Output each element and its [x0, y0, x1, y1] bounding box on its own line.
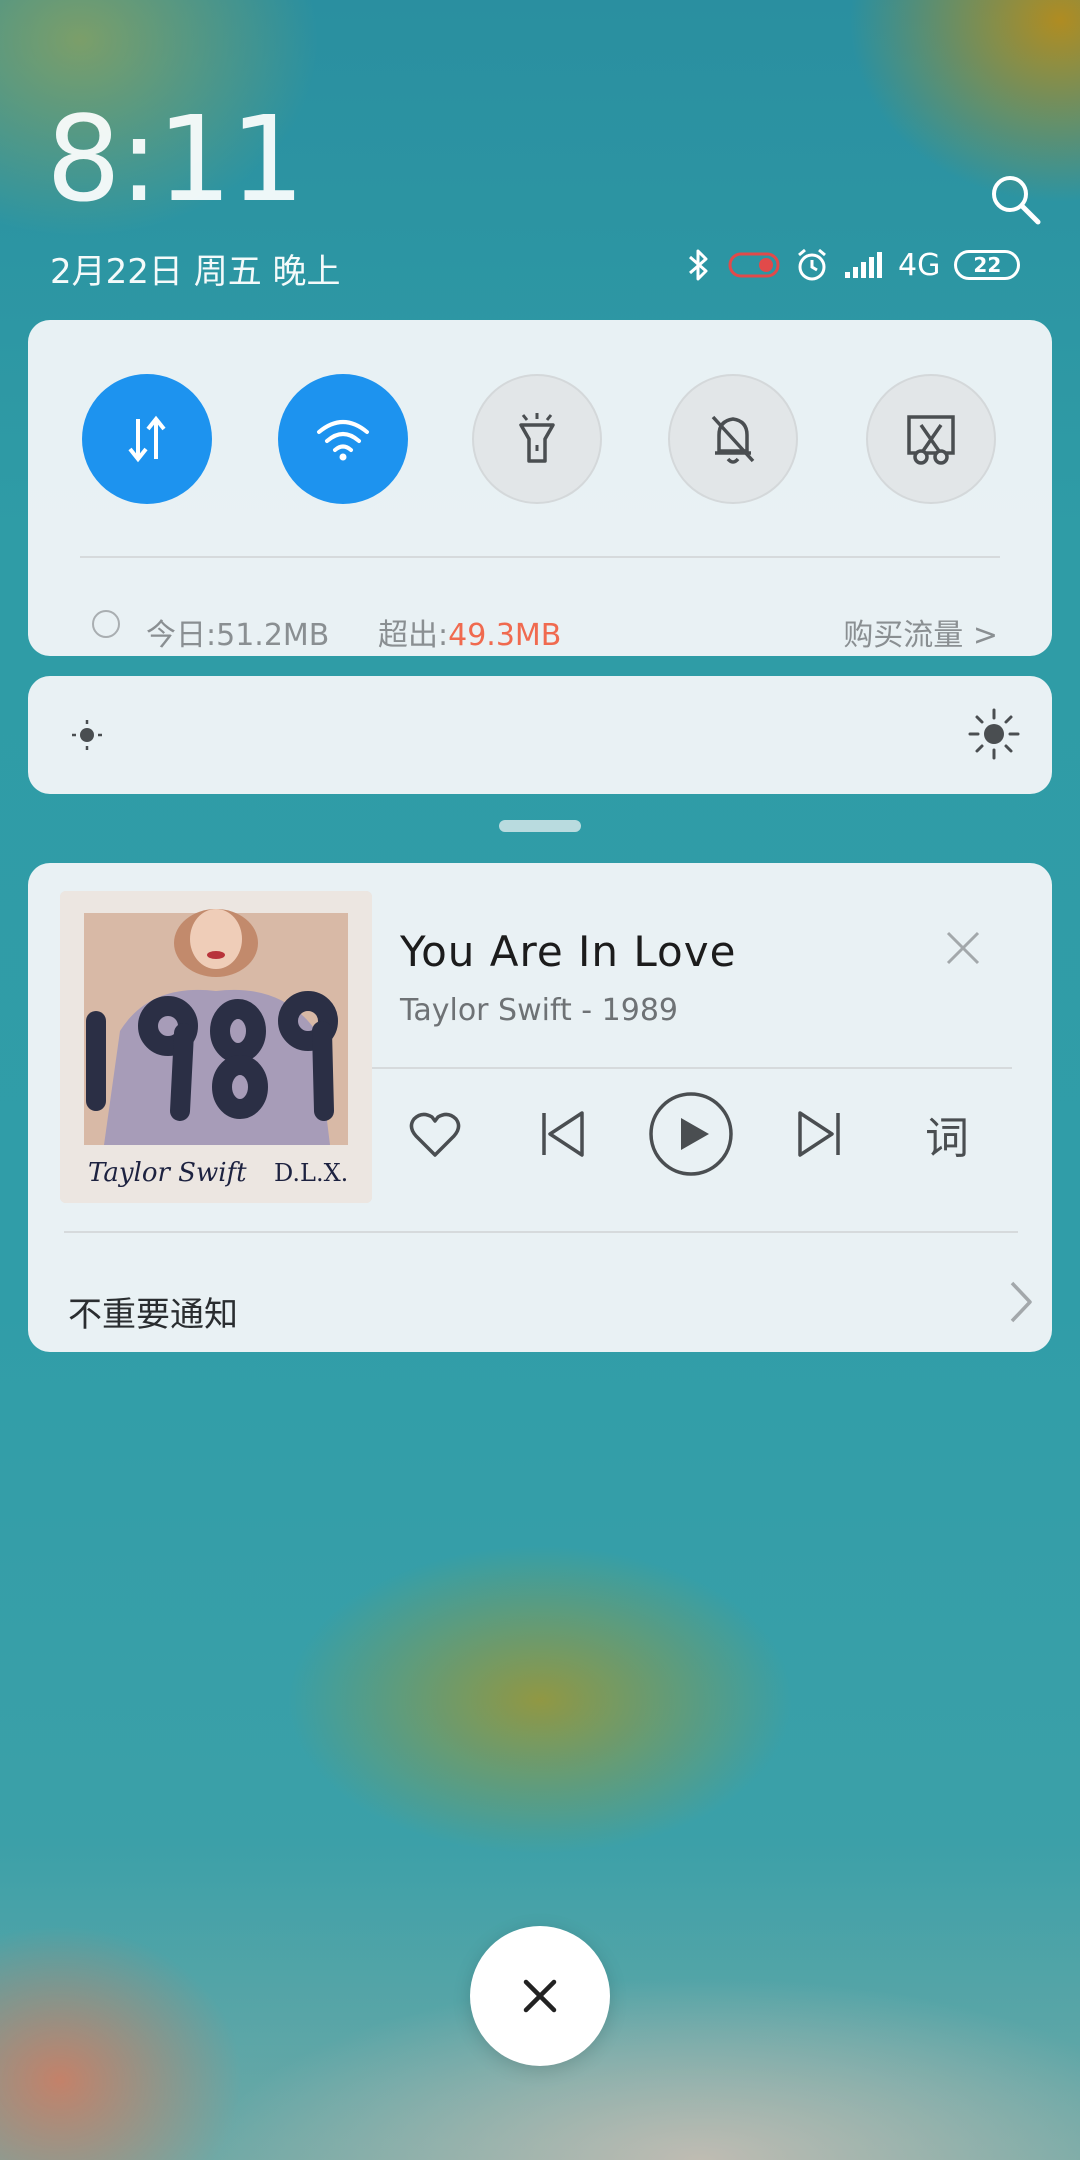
signal-icon [845, 252, 882, 278]
play-icon [649, 1092, 733, 1176]
network-type: 4G [898, 247, 941, 283]
album-caption-left: Taylor Swift [88, 1158, 247, 1188]
battery-indicator: 22 [954, 250, 1021, 280]
album-art[interactable]: Taylor Swift D.L.X. [60, 891, 372, 1203]
media-divider [372, 1067, 1012, 1069]
song-title: You Are In Love [400, 927, 737, 976]
bell-off-icon [711, 415, 755, 464]
next-button[interactable] [774, 1089, 864, 1179]
notification-divider [64, 1231, 1018, 1233]
close-media-icon[interactable] [938, 923, 988, 973]
quick-settings-card: 今日:51.2MB 超出:49.3MB 购买流量 > [28, 320, 1052, 656]
data-usage-indicator [92, 610, 120, 638]
scissors-icon [907, 415, 955, 465]
drag-handle[interactable] [499, 820, 581, 832]
data-usage-row: 今日:51.2MB 超出:49.3MB 购买流量 > [28, 588, 1052, 660]
toggles-divider [80, 556, 1000, 558]
close-icon [523, 1979, 557, 2013]
date-label: 2月22日 周五 晚上 [50, 252, 341, 292]
data-over: 超出:49.3MB [378, 610, 561, 654]
status-bar: 4G 22 [684, 240, 1021, 290]
buy-data-link[interactable]: 购买流量 > [843, 610, 998, 654]
mobile-data-toggle[interactable] [82, 374, 212, 504]
previous-icon [542, 1111, 584, 1157]
song-artist-album: Taylor Swift - 1989 [400, 993, 679, 1028]
data-over-label: 超出: [378, 618, 449, 653]
toggle-icon [728, 252, 780, 278]
previous-button[interactable] [518, 1089, 608, 1179]
battery-level: 22 [973, 253, 1002, 277]
wifi-toggle[interactable] [278, 374, 408, 504]
flashlight-toggle[interactable] [472, 374, 602, 504]
flashlight-icon [519, 413, 555, 463]
heart-icon [409, 1112, 461, 1157]
lyrics-button[interactable]: 词 [902, 1089, 992, 1179]
media-notification-card: Taylor Swift D.L.X. You Are In Love Tayl… [28, 863, 1052, 1352]
mute-toggle[interactable] [668, 374, 798, 504]
chevron-right-icon[interactable] [986, 1267, 1056, 1337]
play-button[interactable] [646, 1089, 736, 1179]
unimportant-notifications-label[interactable]: 不重要通知 [68, 1287, 238, 1336]
alarm-icon [798, 248, 826, 281]
data-today: 今日:51.2MB [146, 610, 329, 654]
wifi-icon [317, 420, 369, 461]
screenshot-toggle[interactable] [866, 374, 996, 504]
arrows-updown-icon [128, 415, 166, 463]
clock: 8:11 [46, 90, 305, 228]
data-today-label: 今日: [146, 618, 217, 653]
data-over-value: 49.3MB [448, 618, 562, 653]
album-art-image: Taylor Swift D.L.X. [60, 891, 372, 1203]
brightness-low-icon [72, 720, 102, 750]
data-today-value: 51.2MB [216, 618, 330, 653]
brightness-high-icon [968, 708, 1020, 760]
bluetooth-icon [689, 249, 708, 281]
search-icon[interactable] [988, 172, 1044, 228]
album-caption-right: D.L.X. [274, 1159, 348, 1187]
brightness-card[interactable] [28, 676, 1052, 794]
next-icon [798, 1111, 840, 1157]
clear-all-button[interactable] [470, 1926, 610, 2066]
favorite-button[interactable] [390, 1089, 480, 1179]
